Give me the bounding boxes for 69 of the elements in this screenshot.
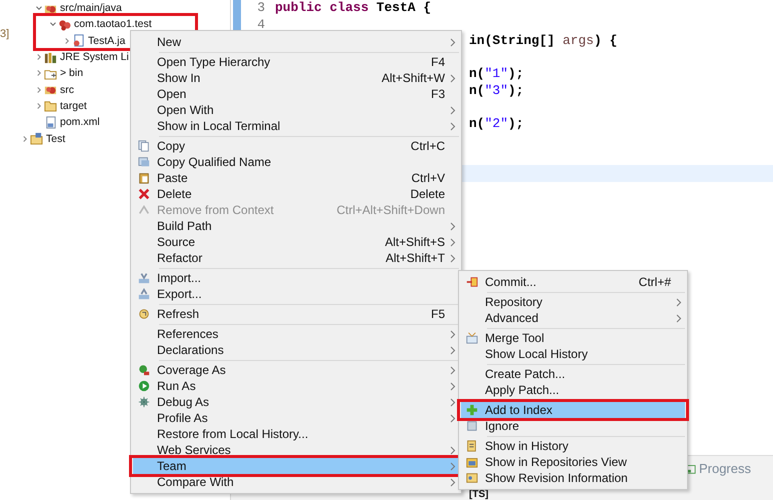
menu-item[interactable]: References: [133, 326, 459, 342]
menu-item[interactable]: Source Alt+Shift+S: [133, 234, 459, 250]
cross-icon: [138, 188, 150, 200]
tree-item[interactable]: src/main/java: [14, 0, 230, 16]
menu-item[interactable]: Coverage As: [133, 362, 459, 378]
play-icon: [138, 380, 150, 392]
code-line: in(String[] args) {: [469, 33, 618, 50]
panel-text: [TS]: [469, 489, 488, 500]
refresh-icon: [138, 308, 150, 320]
menu-item[interactable]: Apply Patch...: [461, 382, 685, 398]
menu-item[interactable]: Show in History: [461, 438, 685, 454]
menu-item[interactable]: Web Services: [133, 442, 459, 458]
menu-item[interactable]: Import...: [133, 270, 459, 286]
coverage-icon: [138, 364, 150, 376]
menu-item[interactable]: Debug As: [133, 394, 459, 410]
menu-item[interactable]: Show in Local Terminal: [133, 118, 459, 134]
menu-item[interactable]: Refactor Alt+Shift+T: [133, 250, 459, 266]
menu-item[interactable]: Delete Delete: [133, 186, 459, 202]
menu-item[interactable]: Advanced: [461, 310, 685, 326]
menu-item[interactable]: Declarations: [133, 342, 459, 358]
menu-item[interactable]: New: [133, 34, 459, 50]
export-icon: [138, 288, 150, 300]
revision-icon: [466, 472, 478, 484]
line-number: 3: [256, 0, 266, 16]
menu-item[interactable]: Open Type Hierarchy F4: [133, 54, 459, 70]
package-icon: [58, 18, 71, 31]
menu-item[interactable]: Run As: [133, 378, 459, 394]
edge-text: 3]: [0, 28, 10, 40]
menu-item[interactable]: Commit... Ctrl+#: [461, 274, 685, 290]
code-line: n("3");: [469, 82, 524, 99]
code-line: n("2");: [469, 116, 524, 132]
menu-item[interactable]: Create Patch...: [461, 366, 685, 382]
menu-item[interactable]: Open F3: [133, 86, 459, 102]
code-line: public class TestA {: [275, 0, 432, 16]
history-icon: [466, 440, 478, 452]
menu-item[interactable]: Merge Tool: [461, 330, 685, 346]
import-icon: [138, 272, 150, 284]
menu-item[interactable]: Restore from Local History...: [133, 426, 459, 442]
menu-item[interactable]: Build Path: [133, 218, 459, 234]
change-marker: [233, 0, 241, 33]
menu-item[interactable]: Profile As: [133, 410, 459, 426]
clipboard-icon: [138, 172, 150, 184]
books-icon: [44, 50, 57, 64]
copy-icon: [138, 156, 150, 168]
menu-item[interactable]: Repository: [461, 294, 685, 310]
menu-item[interactable]: Copy Ctrl+C: [133, 138, 459, 154]
merge-icon: [466, 332, 478, 344]
copy-icon: [138, 140, 150, 152]
java-file-icon: [72, 34, 85, 48]
code-line: n("1");: [469, 66, 524, 82]
menu-item[interactable]: Open With: [133, 102, 459, 118]
folder-icon: [44, 99, 57, 112]
plus-icon: [466, 404, 478, 416]
line-number: 4: [256, 16, 266, 33]
xml-file-icon: [44, 116, 57, 129]
menu-item[interactable]: Copy Qualified Name: [133, 154, 459, 170]
tree-item[interactable]: com.taotao1.test: [14, 16, 230, 33]
project-icon: [30, 132, 43, 146]
menu-item[interactable]: Compare With: [133, 474, 459, 490]
menu-item[interactable]: Export...: [133, 286, 459, 302]
menu-item[interactable]: Show Revision Information: [461, 470, 685, 486]
menu-item[interactable]: Refresh F5: [133, 306, 459, 322]
repository-icon: [466, 456, 478, 468]
menu-item[interactable]: Paste Ctrl+V: [133, 170, 459, 186]
menu-item[interactable]: Ignore: [461, 418, 685, 434]
menu-item[interactable]: Show Local History: [461, 346, 685, 362]
commit-icon: [466, 276, 478, 288]
menu-item[interactable]: Show In Alt+Shift+W: [133, 70, 459, 86]
menu-item[interactable]: Show in Repositories View: [461, 454, 685, 470]
